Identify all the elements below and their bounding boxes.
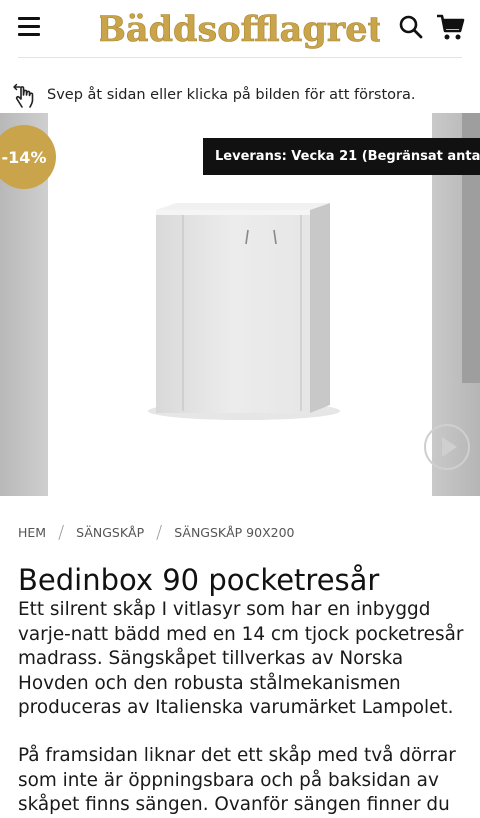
gallery-hint-text: Svep åt sidan eller klicka på bilden för… [47, 87, 416, 103]
play-icon[interactable] [424, 424, 470, 470]
breadcrumb-category[interactable]: SÄNGSKÅP [76, 525, 144, 540]
breadcrumb-subcategory[interactable]: SÄNGSKÅP 90X200 [174, 525, 294, 540]
swipe-hand-icon [13, 83, 34, 108]
svg-text:Bäddsofflagret: Bäddsofflagret [100, 9, 380, 50]
breadcrumb-separator: / [156, 522, 163, 543]
product-title: Bedinbox 90 pocketresår [18, 563, 380, 598]
product-gallery[interactable]: -14% Leverans: Vecka 21 (Begränsat antal… [0, 113, 480, 496]
breadcrumb-home[interactable]: HEM [18, 525, 46, 540]
product-description: På framsidan liknar det ett skåp med två… [18, 745, 456, 816]
product-description: Ett silrent skåp I vitlasyr som har en i… [18, 599, 464, 719]
breadcrumb-separator: / [58, 522, 65, 543]
delivery-notice: Leverans: Vecka 21 (Begränsat antal kvar… [203, 138, 480, 175]
logo-link[interactable]: Bäddsofflagret [96, 4, 384, 52]
menu-icon[interactable] [18, 17, 40, 37]
cart-icon[interactable] [435, 12, 465, 42]
search-icon[interactable] [398, 14, 424, 40]
breadcrumb: HEM / SÄNGSKÅP / SÄNGSKÅP 90X200 [18, 522, 295, 543]
logo: Bäddsofflagret [96, 9, 384, 51]
header-divider [18, 57, 462, 58]
gallery-hint: Svep åt sidan eller klicka på bilden för… [12, 80, 416, 110]
site-header: Bäddsofflagret [0, 0, 480, 58]
